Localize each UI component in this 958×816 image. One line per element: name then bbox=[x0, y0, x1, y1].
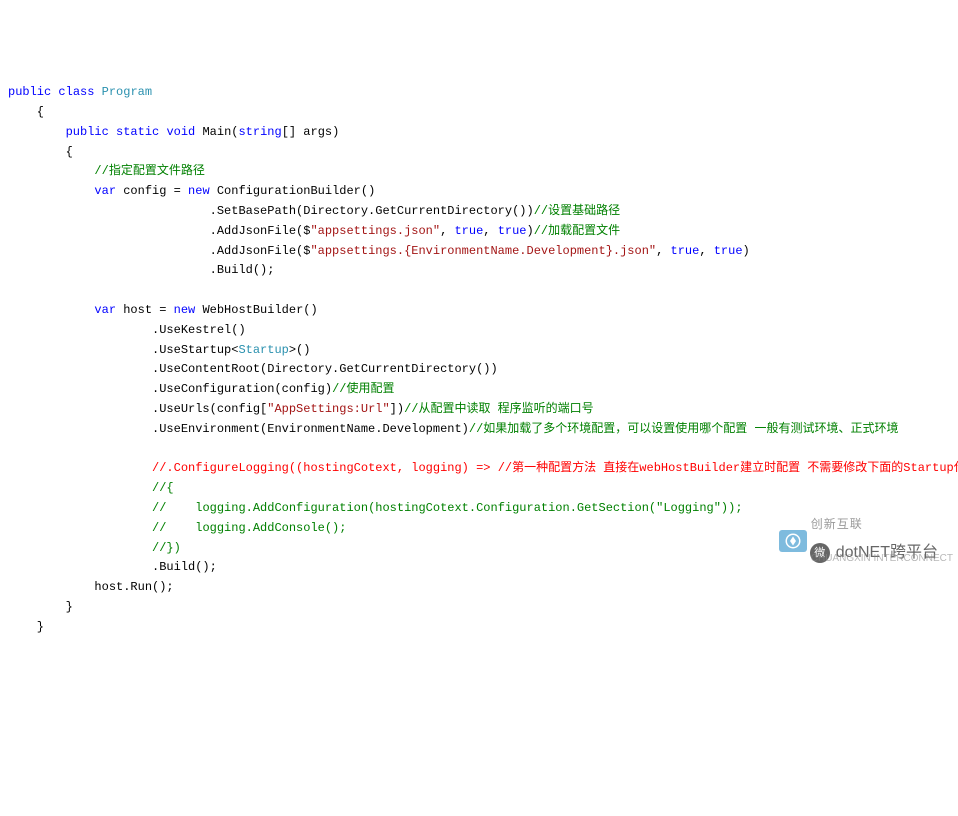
brace: { bbox=[8, 105, 44, 119]
keyword-class: class bbox=[58, 85, 94, 99]
keyword-public: public bbox=[8, 85, 51, 99]
brand-logo: 创新互联 CHUANGXIN INTERCONNECT bbox=[779, 496, 953, 586]
brand-logo-text: 创新互联 CHUANGXIN INTERCONNECT bbox=[811, 496, 953, 586]
comment: //指定配置文件路径 bbox=[94, 164, 204, 178]
brand-logo-icon bbox=[779, 530, 807, 552]
type-program: Program bbox=[102, 85, 152, 99]
